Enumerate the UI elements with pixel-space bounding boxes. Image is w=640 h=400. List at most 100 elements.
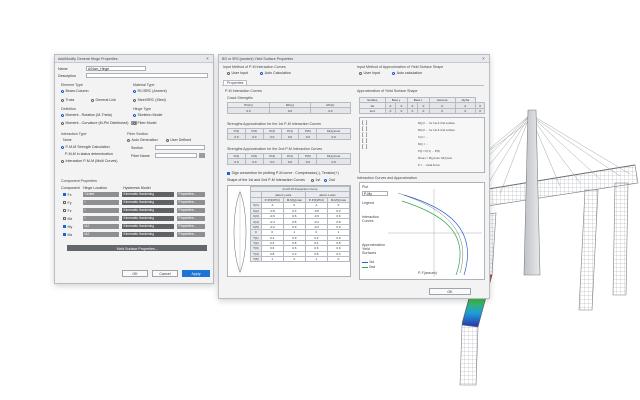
- cancel-button[interactable]: Cancel: [152, 270, 178, 277]
- close-icon[interactable]: ×: [481, 56, 486, 61]
- component-name: Fz: [67, 208, 72, 213]
- component-properties-button[interactable]: Properties...: [176, 192, 205, 197]
- element-type-option: Truss: [65, 98, 75, 102]
- checkbox-icon[interactable]: [63, 217, 66, 220]
- table-cell[interactable]: 0.0: [280, 158, 300, 165]
- hysteresis-model-select[interactable]: Kinematic Hardening: [121, 200, 174, 205]
- yield-ok-button[interactable]: OK: [429, 288, 471, 295]
- yield-surface-window: BS or SRC(ancient) Yield Surface Propert…: [218, 54, 490, 299]
- checkbox-icon[interactable]: [63, 209, 66, 212]
- table-cell[interactable]: 0: [406, 107, 419, 115]
- fiber-section-select[interactable]: [155, 145, 205, 150]
- table-cell[interactable]: 0.0: [280, 133, 300, 140]
- component-properties-button[interactable]: Properties...: [176, 216, 205, 221]
- hinge-type-label: Hinge Type: [133, 107, 152, 111]
- hinge-location-select[interactable]: I&J: [82, 224, 119, 229]
- legend-item-1st: 1st: [369, 260, 374, 264]
- table-cell[interactable]: 0.0: [269, 107, 311, 114]
- hinge-location-select[interactable]: I: [82, 216, 119, 221]
- table-cell[interactable]: 0.0: [244, 133, 264, 140]
- table-cell[interactable]: 1: [260, 256, 284, 263]
- radio-icon[interactable]: [324, 178, 328, 182]
- table-cell[interactable]: 0.0: [244, 158, 264, 165]
- radio-icon[interactable]: [61, 89, 64, 93]
- radio-icon[interactable]: [61, 145, 64, 149]
- table-cell[interactable]: 0.0: [226, 107, 271, 114]
- radio-icon[interactable]: [359, 71, 362, 75]
- hysteresis-model-select[interactable]: Kinematic Hardening: [121, 216, 174, 221]
- col-hinge-location: Hinge Location: [83, 186, 107, 190]
- table-cell[interactable]: 0.0: [227, 133, 246, 140]
- curve-approx-label: Interaction Curves and Approximation: [357, 176, 417, 180]
- table-cell[interactable]: 0: [417, 107, 430, 115]
- radio-icon[interactable]: [133, 89, 136, 93]
- component-properties-button[interactable]: Properties...: [176, 200, 205, 205]
- table-cell[interactable]: 0.0: [316, 158, 351, 165]
- fiber-name-select[interactable]: [155, 153, 197, 158]
- radio-icon[interactable]: [61, 113, 64, 117]
- element-type-label: Element Type: [61, 83, 83, 87]
- table-cell[interactable]: 0.0: [227, 158, 246, 165]
- checkbox-icon[interactable]: [63, 201, 66, 204]
- formula-note: Mmax = M(y)max, M(z)max: [418, 156, 453, 160]
- table-cell[interactable]: 0.0: [262, 158, 282, 165]
- table-cell[interactable]: 0: [454, 107, 477, 115]
- checkbox-icon[interactable]: [63, 233, 66, 236]
- radio-icon[interactable]: [133, 113, 136, 117]
- checkbox-icon[interactable]: [227, 171, 230, 175]
- radio-icon[interactable]: [133, 98, 136, 102]
- hinge-location-select[interactable]: Center: [82, 192, 119, 197]
- component-row: Fx Center Kinematic Hardening Properties...: [63, 192, 205, 197]
- component-properties-button[interactable]: Properties...: [176, 232, 205, 237]
- radio-icon[interactable]: [127, 138, 130, 142]
- approx-shape-table: Surface Beta y Beta z Gamma Alpha 1st 0 0 0 0 0 0 0 2…: [359, 96, 485, 115]
- radio-icon[interactable]: [61, 121, 64, 125]
- table-cell[interactable]: 0.0: [262, 133, 282, 140]
- table-cell[interactable]: 0: [475, 107, 485, 115]
- table-cell[interactable]: 0: [395, 107, 408, 115]
- close-icon[interactable]: ×: [205, 56, 210, 61]
- hysteresis-model-select[interactable]: Kinematic Hardening: [121, 232, 174, 237]
- table-cell[interactable]: 0.0: [309, 107, 352, 114]
- radio-icon[interactable]: [165, 138, 169, 142]
- hysteresis-model-select[interactable]: Kinematic Hardening: [121, 192, 174, 197]
- radio-icon[interactable]: [392, 71, 396, 75]
- name-field[interactable]: A/Nom_Hinge: [86, 66, 146, 71]
- fiber-settings-button[interactable]: [199, 153, 205, 158]
- radio-icon[interactable]: [91, 98, 94, 102]
- radio-icon[interactable]: [260, 71, 264, 75]
- input-method-option: User Input: [231, 71, 249, 75]
- radio-icon[interactable]: [61, 159, 64, 163]
- checkbox-icon[interactable]: [63, 193, 66, 196]
- hinge-location-select[interactable]: I: [82, 200, 119, 205]
- shape-table: 2nd P-M Interaction Curve about y-axis abo…: [250, 185, 351, 263]
- table-cell[interactable]: 0: [282, 256, 306, 263]
- radio-icon[interactable]: [310, 178, 314, 182]
- table-cell[interactable]: 0: [384, 107, 397, 115]
- material-type-label: Material Type: [133, 83, 155, 87]
- hysteresis-model-select[interactable]: Kinematic Hardening: [121, 208, 174, 213]
- formula-note: M(i) = ...: [418, 142, 429, 146]
- hinge-location-select[interactable]: I: [82, 208, 119, 213]
- yield-surface-properties-button[interactable]: Yield Surface Properties...: [67, 245, 207, 251]
- radio-icon[interactable]: [227, 71, 230, 75]
- radio-icon[interactable]: [61, 98, 64, 102]
- hinge-location-select[interactable]: I&J: [82, 232, 119, 237]
- table-cell[interactable]: 0: [428, 107, 456, 115]
- component-properties-button[interactable]: Properties...: [176, 208, 205, 213]
- radio-icon[interactable]: [133, 121, 136, 125]
- description-field[interactable]: [86, 73, 208, 78]
- component-row: Fz I Kinematic Hardening Properties...: [63, 208, 205, 213]
- ok-button[interactable]: OK: [122, 270, 148, 277]
- table-cell[interactable]: 0.0: [316, 133, 351, 140]
- component-properties-button[interactable]: Properties...: [176, 224, 205, 229]
- hysteresis-model-select[interactable]: Kinematic Hardening: [121, 224, 174, 229]
- apply-button[interactable]: Apply: [182, 270, 210, 277]
- strengths-2nd-label: Strengths Approximation for the 2nd P-M …: [227, 147, 323, 151]
- fiber-option: Auto Generation: [131, 138, 158, 142]
- table-cell[interactable]: 0: [326, 256, 351, 263]
- table-cell[interactable]: 1: [304, 256, 328, 263]
- checkbox-icon[interactable]: [63, 225, 66, 228]
- table-cell[interactable]: 0.0: [298, 158, 318, 165]
- table-cell[interactable]: 0.0: [298, 133, 318, 140]
